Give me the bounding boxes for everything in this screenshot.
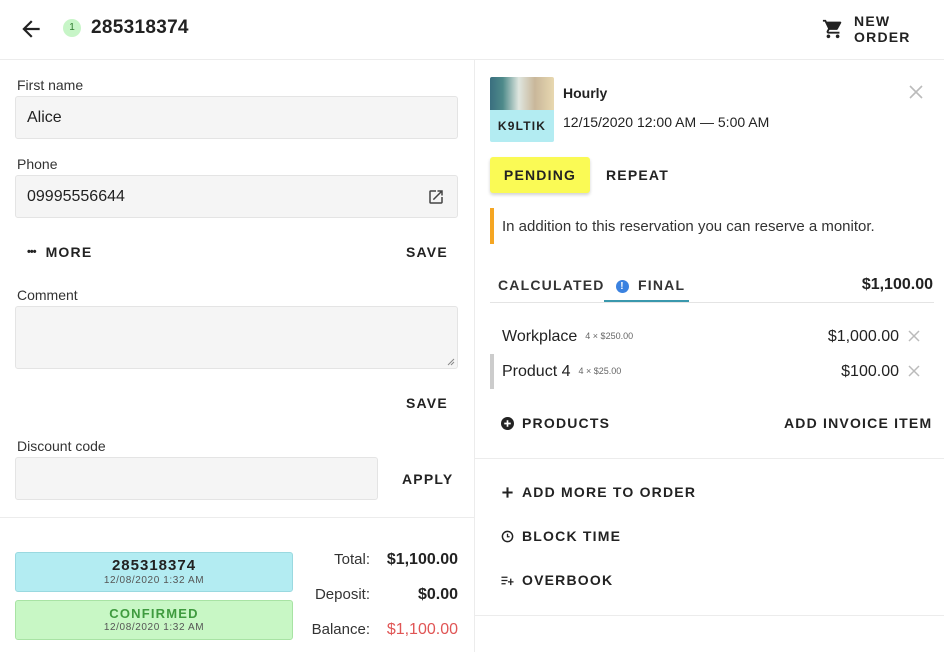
order-title: 285318374 bbox=[91, 17, 189, 38]
invoice-item-qty: 4 × $250.00 bbox=[585, 331, 634, 341]
comment-textarea[interactable] bbox=[15, 306, 458, 369]
save-comment-button[interactable]: SAVE bbox=[406, 395, 448, 411]
resize-handle-icon[interactable] bbox=[447, 358, 455, 366]
first-name-value: Alice bbox=[27, 108, 62, 126]
actions-divider bbox=[475, 458, 944, 459]
order-count-badge: 1 bbox=[63, 19, 81, 37]
remove-item-icon[interactable] bbox=[906, 328, 922, 344]
arrow-left-icon[interactable] bbox=[18, 16, 44, 42]
list-plus-icon bbox=[501, 576, 514, 585]
summary-divider bbox=[0, 517, 474, 518]
notice-text: In addition to this reservation you can … bbox=[502, 218, 875, 235]
cart-icon bbox=[822, 19, 842, 39]
add-invoice-item-button[interactable]: ADD INVOICE ITEM bbox=[784, 415, 932, 431]
products-button[interactable]: PRODUCTS bbox=[501, 415, 610, 431]
plus-circle-icon bbox=[501, 416, 514, 430]
resource-photo bbox=[490, 77, 554, 110]
tab-final[interactable]: ! FINAL bbox=[604, 270, 689, 302]
tab-final-label: FINAL bbox=[638, 277, 686, 293]
notice-accent-bar bbox=[490, 208, 494, 244]
invoice-item-bar bbox=[490, 354, 494, 389]
invoice-item-name: Product 4 4 × $25.00 bbox=[502, 363, 621, 381]
invoice-item-label: Product 4 bbox=[502, 363, 571, 380]
invoice-total: $1,100.00 bbox=[861, 276, 933, 293]
add-invoice-item-label: ADD INVOICE ITEM bbox=[784, 415, 933, 431]
pending-status-button[interactable]: PENDING bbox=[490, 157, 590, 193]
service-title: Hourly bbox=[563, 85, 608, 101]
panel-divider bbox=[474, 60, 475, 652]
remove-item-icon[interactable] bbox=[906, 363, 922, 379]
more-button[interactable]: ••• MORE bbox=[27, 244, 92, 260]
repeat-button[interactable]: REPEAT bbox=[606, 167, 669, 183]
invoice-item-price: $100.00 bbox=[841, 363, 899, 380]
tabs-underline bbox=[490, 302, 934, 303]
comment-label: Comment bbox=[17, 287, 78, 303]
total-label: Total: bbox=[334, 551, 370, 568]
total-value: $1,100.00 bbox=[386, 551, 458, 568]
external-link-icon[interactable] bbox=[427, 188, 445, 206]
first-name-label: First name bbox=[17, 77, 84, 93]
products-label: PRODUCTS bbox=[522, 415, 611, 431]
plus-icon bbox=[502, 486, 513, 498]
deposit-value: $0.00 bbox=[417, 586, 458, 603]
overbook-button[interactable]: OVERBOOK bbox=[501, 572, 613, 588]
service-time: 12/15/2020 12:00 AM — 5:00 AM bbox=[563, 114, 770, 130]
invoice-item-label: Workplace bbox=[502, 328, 578, 345]
new-order-button[interactable]: NEW ORDER bbox=[822, 13, 944, 45]
overbook-label: OVERBOOK bbox=[522, 572, 614, 588]
add-more-label: ADD MORE TO ORDER bbox=[522, 484, 697, 500]
new-order-label: NEW ORDER bbox=[854, 13, 911, 45]
apply-discount-button[interactable]: APPLY bbox=[402, 471, 453, 487]
app-header: 1 285318374 NEW ORDER bbox=[0, 0, 944, 60]
balance-value: $1,100.00 bbox=[386, 621, 458, 638]
invoice-item-price: $1,000.00 bbox=[827, 328, 899, 345]
phone-label: Phone bbox=[17, 156, 58, 172]
block-time-label: BLOCK TIME bbox=[522, 528, 622, 544]
save-contact-button[interactable]: SAVE bbox=[406, 244, 448, 260]
order-status-title: CONFIRMED bbox=[109, 606, 199, 621]
order-id-box-date: 12/08/2020 1:32 AM bbox=[103, 575, 205, 586]
phone-value: 09995556644 bbox=[27, 187, 125, 205]
resource-tag: K9LTIK bbox=[490, 110, 554, 142]
invoice-item-name: Workplace 4 × $250.00 bbox=[502, 328, 633, 346]
discount-label: Discount code bbox=[17, 438, 106, 454]
more-dots-icon: ••• bbox=[27, 246, 37, 258]
clock-icon bbox=[501, 530, 514, 542]
add-more-to-order-button[interactable]: ADD MORE TO ORDER bbox=[501, 484, 696, 500]
tab-calculated[interactable]: CALCULATED bbox=[498, 277, 605, 293]
phone-field[interactable]: 09995556644 bbox=[15, 175, 458, 218]
more-label: MORE bbox=[45, 244, 93, 260]
close-icon[interactable] bbox=[906, 82, 926, 102]
deposit-label: Deposit: bbox=[314, 586, 370, 603]
info-icon: ! bbox=[616, 280, 629, 293]
first-name-field[interactable]: Alice bbox=[15, 96, 458, 139]
invoice-item-qty: 4 × $25.00 bbox=[578, 366, 622, 376]
resource-thumbnail: K9LTIK bbox=[490, 77, 554, 142]
balance-label: Balance: bbox=[311, 621, 370, 638]
bottom-divider bbox=[475, 615, 944, 616]
discount-code-field[interactable] bbox=[15, 457, 378, 500]
block-time-button[interactable]: BLOCK TIME bbox=[501, 528, 621, 544]
